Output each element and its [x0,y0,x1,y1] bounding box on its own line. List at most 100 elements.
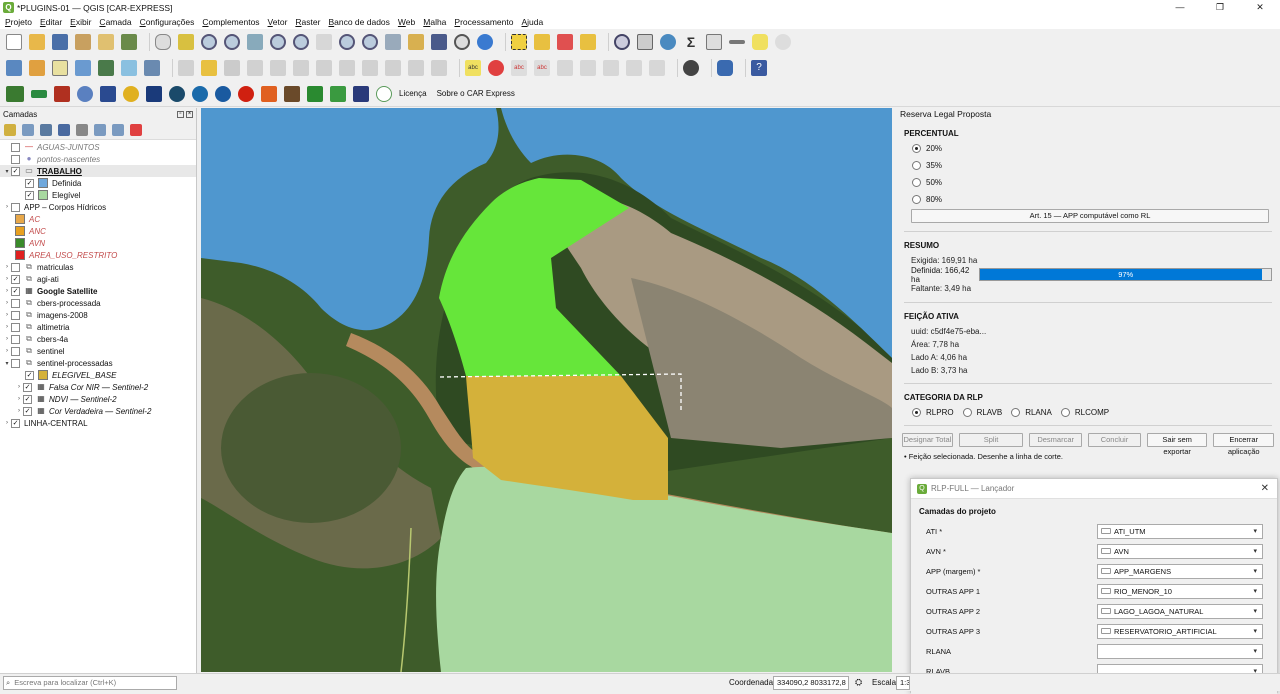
save-edits-icon[interactable] [224,60,240,76]
encerrar-aplicacao-button[interactable]: Encerrar aplicação [1213,433,1274,456]
map-canvas[interactable] [201,108,892,672]
layer-checkbox[interactable] [11,202,20,212]
layer-checkbox[interactable]: ✓ [23,406,32,416]
style-panel-icon[interactable] [4,123,16,136]
layer-linha-central[interactable]: › ✓ LINHA-CENTRAL [0,417,196,429]
split-button[interactable]: Split [958,433,1024,447]
license-link[interactable]: Licença [399,89,427,98]
plugin-orange-icon[interactable] [261,85,277,102]
app-margem-combo[interactable]: APP_MARGENS ▾ [1097,563,1263,579]
category-rlavb[interactable]: RLAVB [962,404,1002,421]
change-label-icon[interactable] [603,60,619,76]
cut-features-icon[interactable] [339,60,355,76]
zoom-next-icon[interactable] [362,33,378,50]
layer-cor-verdadeira[interactable]: › ✓ ▦ Cor Verdadeira — Sentinel-2 [0,405,196,417]
rotate-label-icon[interactable] [580,60,596,76]
expand-arrow-icon[interactable]: › [3,276,11,282]
plugin-circle-icon[interactable] [376,85,392,102]
desmarcar-button[interactable]: Desmarcar [1029,433,1083,447]
layer-pontos-nascentes[interactable]: ● pontos-nascentes [0,153,196,165]
layer-matriculas[interactable]: › ⧉ matriculas [0,261,196,273]
layer-elegivel-base[interactable]: ✓ ELEGIVEL_BASE [0,369,196,381]
menu-editar[interactable]: Editar [40,17,62,27]
scale-field[interactable]: 1:36 [896,676,910,690]
zoom-layer-icon[interactable] [293,33,309,50]
expand-arrow-icon[interactable]: › [3,300,11,306]
add-wfs-icon[interactable] [144,60,160,76]
locator-bar[interactable]: ⌕ Escreva para localizar (Ctrl+K) [3,675,177,690]
plugin-red-icon[interactable] [54,85,70,102]
layer-checkbox[interactable]: ✓ [11,166,20,176]
art-15-button[interactable]: Art. 15 — APP computável como RL [911,209,1269,223]
toggle-extents-icon[interactable]: ⛭ [855,677,862,688]
collapse-arrow-icon[interactable]: ▾ [3,360,11,367]
show-labels-icon[interactable]: abc [534,60,550,76]
expand-arrow-icon[interactable]: › [3,288,11,294]
category-rlana[interactable]: RLANA [1011,404,1052,421]
map-render[interactable] [201,108,892,672]
layer-cbers-processada[interactable]: › ⧉ cbers-processada [0,297,196,309]
plugin-search-icon[interactable] [192,85,208,102]
layer-imagens-2008[interactable]: › ⧉ imagens-2008 [0,309,196,321]
select-features-icon[interactable] [511,33,527,50]
select-by-value-icon[interactable] [534,33,550,50]
menu-projeto[interactable]: Projeto [5,17,32,27]
expand-arrow-icon[interactable]: › [3,336,11,342]
add-raster-icon[interactable] [75,60,91,76]
layer-checkbox[interactable]: ✓ [11,274,20,284]
current-edits-icon[interactable] [178,60,194,76]
pin-labels-icon[interactable]: abc [511,60,527,76]
expand-arrow-icon[interactable]: › [15,408,23,414]
measure-ruler-icon[interactable] [729,39,745,44]
expand-arrow-icon[interactable]: › [3,312,11,318]
save-project-icon[interactable] [52,33,68,50]
add-delimited-text-icon[interactable] [121,60,137,76]
percent-option-80[interactable]: 80% [904,191,1272,208]
close-icon[interactable]: ✕ [1261,483,1269,494]
menu-raster[interactable]: Raster [295,17,320,27]
menu-exibir[interactable]: Exibir [70,17,91,27]
temporal-controller-icon[interactable] [454,33,470,50]
plugin-globe-icon[interactable] [169,85,185,102]
layout-manager-icon[interactable] [98,33,114,50]
avn-combo[interactable]: AVN ▾ [1097,543,1263,559]
float-panel-icon[interactable]: ▫ [177,110,184,118]
pan-hand-icon[interactable] [155,33,171,50]
legend-definida[interactable]: ✓ Definida [0,177,196,189]
statistics-sigma-icon[interactable]: Σ [683,34,699,50]
layer-checkbox[interactable] [11,346,20,356]
data-source-manager-icon[interactable] [6,60,22,76]
close-panel-icon[interactable]: × [186,110,193,118]
legend-elegivel[interactable]: ✓ Elegível [0,189,196,201]
remove-layer-icon[interactable] [130,123,142,136]
category-rlcomp[interactable]: RLCOMP [1060,404,1109,421]
layer-checkbox[interactable]: ✓ [11,286,20,296]
vertex-tool-icon[interactable] [270,60,286,76]
pan-to-selection-icon[interactable] [178,33,194,50]
plugin-tree-icon[interactable] [307,85,323,102]
layer-app-corpos-hidricos[interactable]: › APP – Corpos Hídricos [0,201,196,213]
layer-checkbox[interactable] [11,358,20,368]
zoom-in-icon[interactable] [201,33,217,50]
radio-unselected[interactable] [1060,408,1070,417]
radio-unselected[interactable] [962,408,972,417]
menu-complementos[interactable]: Complementos [202,17,259,27]
move-diagram-icon[interactable] [626,60,642,76]
plugin-satellite-icon[interactable] [353,85,369,102]
close-button[interactable]: ✕ [1240,0,1280,15]
coordinate-field[interactable]: 334090,2 8033172,8 [773,676,849,690]
plugin-red-circle-icon[interactable] [238,85,254,102]
layer-cbers-4a[interactable]: › ⧉ cbers-4a [0,333,196,345]
layer-ac[interactable]: AC [0,213,196,225]
collapse-arrow-icon[interactable]: ▾ [3,168,11,175]
plugin-dark-blue-icon[interactable] [146,85,162,102]
layer-altimetria[interactable]: › ⧉ altimetria [0,321,196,333]
decorations-icon[interactable] [775,33,791,50]
legend-checkbox[interactable]: ✓ [25,178,34,188]
layer-avn[interactable]: AVN [0,237,196,249]
expand-arrow-icon[interactable]: › [3,264,11,270]
layer-aguas-juntos[interactable]: — AGUAS-JUNTOS [0,141,196,153]
plugin-gear-icon[interactable] [77,85,93,102]
settings-gear-icon[interactable] [660,33,676,50]
filter-legend-icon[interactable] [58,123,70,136]
